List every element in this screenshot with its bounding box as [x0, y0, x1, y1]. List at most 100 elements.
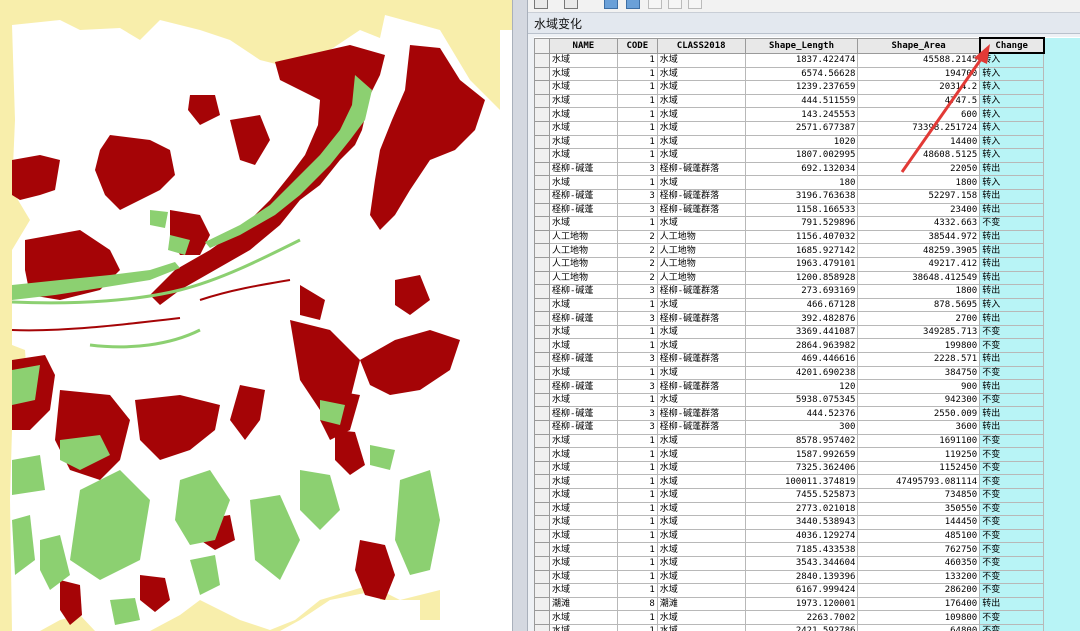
cell-class2018[interactable]: 水域	[656, 120, 746, 136]
cell-code[interactable]: 3	[616, 161, 658, 177]
cell-shape-area[interactable]: 22050	[857, 161, 981, 177]
cell-change[interactable]: 不变	[979, 433, 1045, 449]
table-row[interactable]: 水域 1 水域 3440.538943 144450 不变	[534, 515, 1080, 530]
cell-class2018[interactable]: 柽柳-碱蓬群落	[656, 406, 746, 422]
clear-selection-icon[interactable]	[648, 0, 662, 9]
cell-class2018[interactable]: 水域	[656, 542, 746, 557]
row-selector[interactable]	[534, 379, 550, 394]
cell-shape-area[interactable]: 119250	[857, 447, 981, 462]
cell-name[interactable]: 水域	[548, 623, 618, 631]
cell-name[interactable]: 水域	[548, 120, 618, 136]
cell-code[interactable]: 1	[616, 338, 658, 354]
cell-class2018[interactable]: 人工地物	[656, 243, 746, 258]
cell-shape-area[interactable]: 47495793.081114	[857, 474, 981, 489]
cell-shape-area[interactable]: 2700	[857, 311, 981, 326]
row-selector[interactable]	[534, 352, 550, 367]
cell-code[interactable]: 1	[616, 569, 658, 585]
cell-class2018[interactable]: 水域	[656, 623, 746, 631]
cell-name[interactable]: 水域	[548, 488, 618, 503]
cell-shape-length[interactable]: 466.67128	[744, 297, 859, 313]
cell-name[interactable]: 水域	[548, 134, 618, 150]
cell-shape-area[interactable]: 1800	[857, 175, 981, 190]
row-selector[interactable]	[534, 474, 550, 489]
cell-code[interactable]: 1	[616, 623, 658, 631]
cell-change[interactable]: 不变	[979, 515, 1045, 530]
cell-name[interactable]: 水域	[548, 392, 618, 408]
cell-name[interactable]: 水域	[548, 175, 618, 190]
related-tables-icon[interactable]	[564, 0, 578, 9]
cell-name[interactable]: 水域	[548, 365, 618, 381]
cell-shape-area[interactable]: 38544.972	[857, 229, 981, 245]
cell-code[interactable]: 1	[616, 528, 658, 544]
cell-change[interactable]: 转出	[979, 202, 1045, 218]
cell-class2018[interactable]: 水域	[656, 515, 746, 530]
row-selector[interactable]	[534, 583, 550, 598]
table-row[interactable]: 水域 1 水域 1587.992659 119250 不变	[534, 447, 1080, 462]
cell-class2018[interactable]: 水域	[656, 555, 746, 571]
cell-code[interactable]: 1	[616, 392, 658, 408]
cell-shape-length[interactable]: 4201.690238	[744, 365, 859, 381]
table-row[interactable]: 柽柳-碱蓬 3 柽柳-碱蓬群落 273.693169 1800 转出	[534, 284, 1080, 299]
row-selector[interactable]	[534, 528, 550, 544]
table-row[interactable]: 水域 1 水域 7455.525873 734850 不变	[534, 488, 1080, 503]
column-header-shape-length[interactable]: Shape_Length	[744, 37, 859, 54]
row-selector[interactable]	[534, 297, 550, 313]
cell-code[interactable]: 8	[616, 596, 658, 612]
cell-name[interactable]: 水域	[548, 52, 618, 68]
cell-class2018[interactable]: 潮滩	[656, 596, 746, 612]
cell-change[interactable]: 不变	[979, 460, 1045, 476]
cell-change[interactable]: 转出	[979, 420, 1045, 435]
cell-code[interactable]: 1	[616, 474, 658, 489]
cell-class2018[interactable]: 水域	[656, 52, 746, 68]
table-row[interactable]: 水域1水域2421.59278664800不变	[534, 623, 1080, 631]
cell-name[interactable]: 水域	[548, 297, 618, 313]
table-row[interactable]: 人工地物 2 人工地物 1685.927142 48259.3905 转出	[534, 243, 1080, 258]
cell-code[interactable]: 2	[616, 243, 658, 258]
cell-class2018[interactable]: 柽柳-碱蓬群落	[656, 202, 746, 218]
row-selector[interactable]	[534, 148, 550, 163]
cell-class2018[interactable]: 水域	[656, 569, 746, 585]
table-row[interactable]: 水域 1 水域 1837.422474 45588.2145 转入	[534, 52, 1080, 68]
table-row[interactable]: 水域 1 水域 5938.075345 942300 不变	[534, 392, 1080, 408]
cell-shape-length[interactable]: 2263.7002	[744, 610, 859, 625]
cell-code[interactable]: 3	[616, 202, 658, 218]
map-view[interactable]	[0, 0, 512, 631]
cell-shape-length[interactable]: 444.52376	[744, 406, 859, 422]
cell-code[interactable]: 1	[616, 501, 658, 517]
table-title-bar[interactable]: 水域变化	[528, 13, 1080, 34]
cell-shape-area[interactable]: 45588.2145	[857, 52, 981, 68]
column-header-shape-area[interactable]: Shape_Area	[857, 37, 981, 54]
table-row[interactable]: 水域 1 水域 8578.957402 1691100 不变	[534, 433, 1080, 449]
cell-class2018[interactable]: 水域	[656, 80, 746, 95]
cell-name[interactable]: 水域	[548, 460, 618, 476]
cell-change[interactable]: 不变	[979, 542, 1045, 557]
cell-shape-area[interactable]: 14400	[857, 134, 981, 150]
cell-shape-length[interactable]: 1973.120001	[744, 596, 859, 612]
switch-selection-icon[interactable]	[626, 0, 640, 9]
cell-class2018[interactable]: 柽柳-碱蓬群落	[656, 311, 746, 326]
cell-shape-length[interactable]: 4036.129274	[744, 528, 859, 544]
cell-name[interactable]: 人工地物	[548, 229, 618, 245]
cell-code[interactable]: 1	[616, 555, 658, 571]
table-row[interactable]: 水域 1 水域 7325.362406 1152450 不变	[534, 460, 1080, 476]
cell-name[interactable]: 人工地物	[548, 270, 618, 286]
cell-change[interactable]: 不变	[979, 501, 1045, 517]
cell-change[interactable]: 转出	[979, 284, 1045, 299]
cell-shape-length[interactable]: 469.446616	[744, 352, 859, 367]
cell-change[interactable]: 不变	[979, 610, 1045, 625]
row-selector[interactable]	[534, 433, 550, 449]
table-row[interactable]: 水域 1 水域 791.529896 4332.663 不变	[534, 216, 1080, 231]
cell-class2018[interactable]: 水域	[656, 460, 746, 476]
cell-shape-length[interactable]: 392.482876	[744, 311, 859, 326]
cell-change[interactable]: 转入	[979, 66, 1045, 82]
cell-shape-area[interactable]: 384750	[857, 365, 981, 381]
table-row[interactable]: 水域 1 水域 180 1800 转入	[534, 175, 1080, 190]
cell-shape-length[interactable]: 143.245553	[744, 107, 859, 122]
cell-change[interactable]: 不变	[979, 365, 1045, 381]
table-row[interactable]: 水域 1 水域 1020 14400 转入	[534, 134, 1080, 150]
table-row[interactable]: 水域 1 水域 4201.690238 384750 不变	[534, 365, 1080, 381]
cell-code[interactable]: 1	[616, 80, 658, 95]
cell-shape-length[interactable]: 3440.538943	[744, 515, 859, 530]
table-row[interactable]: 柽柳-碱蓬 3 柽柳-碱蓬群落 300 3600 转出	[534, 420, 1080, 435]
row-selector[interactable]	[534, 365, 550, 381]
